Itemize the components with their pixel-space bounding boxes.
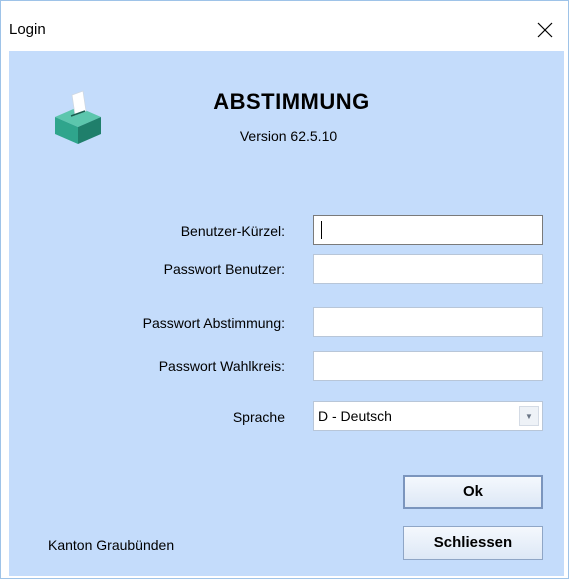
user-short-label: Benutzer-Kürzel: xyxy=(180,223,285,239)
user-password-label: Passwort Benutzer: xyxy=(163,261,285,277)
vote-password-label: Passwort Abstimmung: xyxy=(142,315,285,331)
window-title: Login xyxy=(9,21,46,38)
title-bar: Login xyxy=(1,1,568,51)
district-password-input[interactable] xyxy=(313,351,543,381)
canton-label: Kanton Graubünden xyxy=(48,537,175,553)
language-select-value: D - Deutsch xyxy=(318,408,392,424)
login-window: Login ABSTIMMUNG Version 62.5.10 Benutze… xyxy=(0,0,569,579)
close-window-button[interactable] xyxy=(522,9,568,51)
language-label: Sprache xyxy=(232,409,285,425)
text-caret xyxy=(321,221,322,239)
app-version: Version 62.5.10 xyxy=(239,128,338,144)
district-password-label: Passwort Wahlkreis: xyxy=(158,358,285,374)
vote-password-input[interactable] xyxy=(313,307,543,337)
close-button[interactable]: Schliessen xyxy=(403,526,543,560)
ok-button[interactable]: Ok xyxy=(403,475,543,509)
app-title: ABSTIMMUNG xyxy=(213,89,370,114)
user-short-input[interactable] xyxy=(313,215,543,245)
language-select[interactable]: D - Deutsch ▼ xyxy=(313,401,543,431)
dropdown-arrow-icon[interactable]: ▼ xyxy=(519,406,539,426)
close-icon xyxy=(537,22,553,38)
user-password-input[interactable] xyxy=(313,254,543,284)
